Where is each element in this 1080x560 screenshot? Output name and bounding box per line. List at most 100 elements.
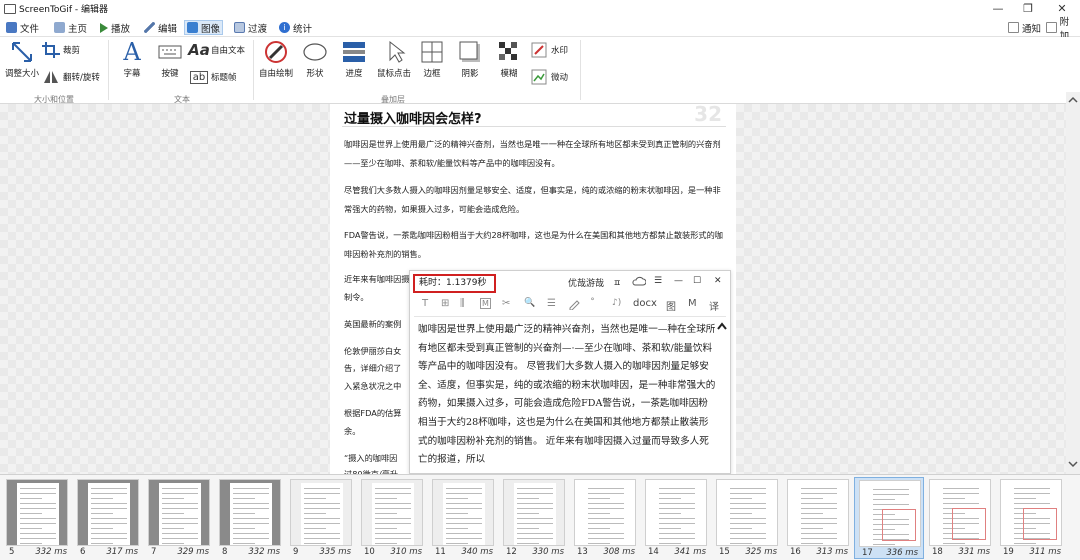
edit-icon[interactable] <box>568 298 580 313</box>
frame-duration: 329 ms <box>177 547 209 557</box>
window-title: ScreenToGif - 编辑器 <box>19 5 109 15</box>
menu-stats[interactable]: i 统计 <box>277 20 314 35</box>
filmstrip-frame[interactable]: 12 330 ms <box>499 477 569 559</box>
frame-number: 17 <box>862 548 873 558</box>
frame-duration: 336 ms <box>886 548 918 558</box>
menu-icon[interactable]: ☰ <box>654 276 662 286</box>
caption-button[interactable]: A 字幕 <box>116 40 148 79</box>
filmstrip-frame[interactable]: 13 308 ms <box>570 477 640 559</box>
free-drawing-button[interactable]: 自由绘制 <box>257 40 295 79</box>
frame-number: 6 <box>80 547 86 557</box>
menu-play[interactable]: 播放 <box>98 20 132 35</box>
vertical-scrollbar[interactable] <box>1066 92 1080 474</box>
popup-maximize-button[interactable]: ☐ <box>693 276 701 286</box>
crop-button[interactable]: 裁剪 <box>42 42 80 58</box>
frame-thumbnail <box>290 479 352 546</box>
ocr-result-text[interactable]: 咖啡因是世界上使用最广泛的精神兴奋剂，当然也是唯一—种在全球所有地区都未受到真正… <box>418 321 716 470</box>
frame-thumbnail <box>77 479 139 546</box>
cinemagraph-label: 微动 <box>551 73 569 83</box>
shapes-button[interactable]: 形状 <box>300 40 330 79</box>
group-separator <box>253 40 254 100</box>
crop-label: 裁剪 <box>63 46 81 56</box>
menu-file[interactable]: 文件 <box>4 20 41 35</box>
text-tool-icon[interactable]: T <box>422 298 428 309</box>
cinemagraph-button[interactable]: 微动 <box>530 69 568 85</box>
filmstrip-frame[interactable]: 16 313 ms <box>783 477 853 559</box>
filmstrip-frame[interactable]: 19 311 ms <box>996 477 1066 559</box>
minimize-button[interactable]: — <box>983 1 1013 16</box>
align-icon[interactable]: ☰ <box>547 298 556 309</box>
ocr-popup: 耗时：1.1379秒 优哉游哉 ㅍ ☰ — ☐ ✕ T ⊞ ⫼ M ✂ 🔍 ☰ … <box>409 270 731 474</box>
frame-thumbnail <box>361 479 423 546</box>
watermark-button[interactable]: 水印 <box>530 42 568 58</box>
filmstrip-frame[interactable]: 5 332 ms <box>2 477 72 559</box>
shadow-icon <box>458 40 482 64</box>
blur-button[interactable]: 模糊 <box>497 40 521 79</box>
frame-thumbnail <box>929 479 991 546</box>
filmstrip-frame[interactable]: 15 325 ms <box>712 477 782 559</box>
filmstrip-frame[interactable]: 11 340 ms <box>428 477 498 559</box>
menu-label: 统计 <box>293 23 313 35</box>
filmstrip-frame[interactable]: 6 317 ms <box>73 477 143 559</box>
m-button[interactable]: M <box>688 298 697 309</box>
chart-button[interactable]: 图 <box>666 298 676 313</box>
border-icon <box>420 40 444 64</box>
search-icon[interactable]: 🔍 <box>524 298 535 308</box>
resize-button[interactable]: 调整大小 <box>4 40 40 79</box>
attach-button[interactable]: 附加 <box>1044 17 1080 42</box>
frame-number: 16 <box>790 547 801 557</box>
canvas-area[interactable]: 过量摄入咖啡因会怎样? 32 咖啡因是世界上使用最广泛的精神兴奋剂，当然也是唯一… <box>0 104 1080 474</box>
progress-button[interactable]: 进度 <box>340 40 368 79</box>
notify-button[interactable]: 通知 <box>1006 20 1043 35</box>
menu-transition[interactable]: 过渡 <box>232 20 269 35</box>
filmstrip-frame[interactable]: 8 332 ms <box>215 477 285 559</box>
frame-number: 13 <box>577 547 588 557</box>
title-bar: ScreenToGif - 编辑器 — ❐ ✕ <box>0 0 1080 17</box>
popup-close-button[interactable]: ✕ <box>714 276 722 286</box>
pin-icon[interactable]: ㅍ <box>613 276 621 289</box>
mouse-clicks-button[interactable]: 鼠标点击 <box>374 40 414 79</box>
title-frame-button[interactable]: ab 标题帧 <box>189 69 237 85</box>
filmstrip: 5 332 ms 6 317 ms 7 329 ms 8 332 ms 9 335 ms 10 310… <box>0 474 1080 560</box>
filmstrip-frame[interactable]: 10 310 ms <box>357 477 427 559</box>
caption-icon: A <box>123 38 141 66</box>
frame-thumbnail <box>716 479 778 546</box>
free-text-button[interactable]: Aa 自由文本 <box>188 41 245 59</box>
dot-icon[interactable]: ˚ <box>590 298 595 309</box>
filmstrip-frame[interactable]: 14 341 ms <box>641 477 711 559</box>
frame-duration: 341 ms <box>674 547 706 557</box>
article-paragraph: 余。 <box>344 426 361 436</box>
frame-number: 10 <box>364 547 375 557</box>
filmstrip-frame[interactable]: 9 335 ms <box>286 477 356 559</box>
image-icon <box>187 22 198 33</box>
flip-rotate-button[interactable]: 翻转/旋转 <box>42 69 100 85</box>
menu-home[interactable]: 主页 <box>52 20 89 35</box>
filmstrip-frame[interactable]: 17 336 ms <box>854 477 924 559</box>
frame-thumbnail <box>6 479 68 546</box>
border-button[interactable]: 边框 <box>420 40 444 79</box>
split-tool-icon[interactable]: ⫼ <box>460 298 465 309</box>
filmstrip-frame[interactable]: 18 331 ms <box>925 477 995 559</box>
blur-label: 模糊 <box>500 69 518 79</box>
frame-duration: 317 ms <box>106 547 138 557</box>
elapsed-time: 耗时：1.1379秒 <box>413 274 496 293</box>
merge-tool-icon[interactable]: M <box>480 298 491 309</box>
divider <box>342 126 726 127</box>
table-tool-icon[interactable]: ⊞ <box>441 298 449 309</box>
sound-icon[interactable]: ♪) <box>612 298 621 308</box>
article-paragraph: FDA警告说，一茶匙咖啡因粉相当于大约28杯咖啡，这也是为什么在美国和其他地方都… <box>344 230 723 259</box>
popup-minimize-button[interactable]: — <box>674 276 683 286</box>
cloud-icon[interactable] <box>632 276 647 289</box>
article-paragraph: 过80微克/毫升 <box>344 469 399 474</box>
translate-button[interactable]: 译 <box>709 298 719 313</box>
popup-scrollbar[interactable] <box>717 321 727 473</box>
menu-label: 编辑 <box>158 23 178 35</box>
shadow-button[interactable]: 阴影 <box>458 40 482 79</box>
keys-button[interactable]: 按键 <box>154 40 186 79</box>
maximize-button[interactable]: ❐ <box>1013 1 1043 16</box>
cut-icon[interactable]: ✂ <box>502 298 510 309</box>
filmstrip-frame[interactable]: 7 329 ms <box>144 477 214 559</box>
menu-image[interactable]: 图像 <box>184 20 224 35</box>
menu-edit[interactable]: 编辑 <box>142 20 179 35</box>
docx-button[interactable]: docx <box>633 298 657 309</box>
